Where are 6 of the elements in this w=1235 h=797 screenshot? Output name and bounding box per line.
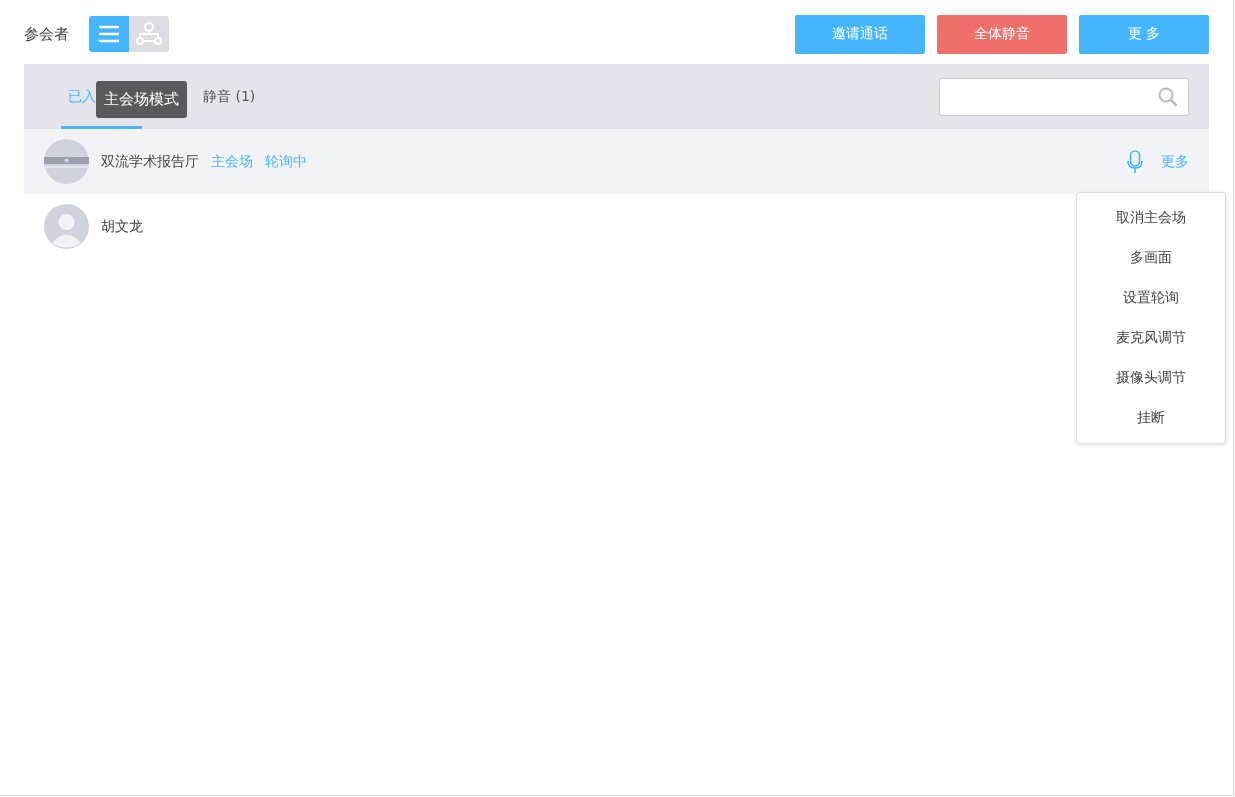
participant-name: 胡文龙	[101, 217, 143, 236]
participant-name: 双流学术报告厅	[101, 152, 199, 171]
status-tag: 主会场	[211, 152, 253, 171]
tooltip: 主会场模式	[96, 81, 187, 118]
status-tag: 轮询中	[265, 152, 307, 171]
participants-title: 参会者	[24, 24, 69, 44]
